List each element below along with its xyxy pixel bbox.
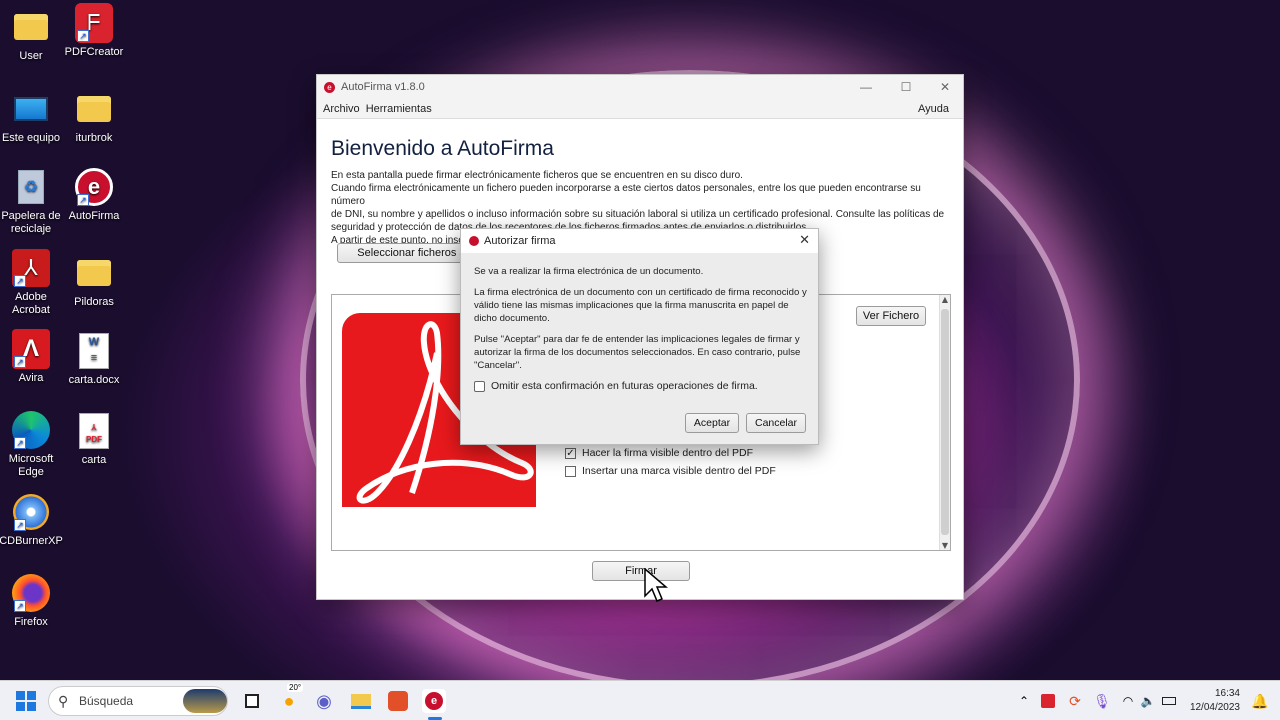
autofirma-logo-icon: e: [324, 81, 335, 93]
system-clock[interactable]: 16:34 12/04/2023: [1190, 687, 1240, 715]
desktop-icon-user[interactable]: User: [0, 8, 67, 63]
clock-date: 12/04/2023: [1189, 702, 1240, 713]
scroll-up-icon[interactable]: ▲: [940, 295, 950, 304]
window-titlebar[interactable]: e AutoFirma v1.8.0 — ☐ ✕: [317, 75, 963, 99]
autofirma-taskbar-icon[interactable]: e: [422, 689, 446, 713]
desktop-icon-cdburnerxp[interactable]: ↗ CDBurnerXP: [0, 493, 67, 548]
folder-icon: [75, 254, 113, 292]
microphone-icon[interactable]: 🎙: [1090, 689, 1114, 713]
desktop-icon-carta-docx[interactable]: W ≡ carta.docx: [58, 332, 130, 387]
folder-icon: [75, 90, 113, 128]
pdfcreator-taskbar-icon[interactable]: [386, 689, 410, 713]
clock-time: 16:34: [1214, 688, 1240, 699]
desktop-icon-recycle-bin[interactable]: ♻ Papelera de reciclaje: [0, 168, 67, 236]
desktop-icon-avira[interactable]: Ʌ ↗ Avira: [0, 329, 67, 385]
close-icon[interactable]: ✕: [930, 79, 960, 95]
firefox-icon: ↗: [12, 574, 50, 612]
vertical-scrollbar[interactable]: ▲ ▼: [939, 295, 950, 550]
avira-icon: Ʌ ↗: [12, 329, 50, 369]
menu-ayuda[interactable]: Ayuda: [918, 103, 949, 115]
desktop-icon-pdfcreator[interactable]: ᖴ ↗ PDFCreator: [58, 3, 130, 59]
desktop-icon-este-equipo[interactable]: Este equipo: [0, 90, 67, 145]
desktop-icon-edge[interactable]: ↗ Microsoft Edge: [0, 411, 67, 479]
monitor-icon: [12, 90, 50, 128]
pdf-file-icon: ⅄ PDF: [75, 412, 113, 450]
notification-bell-icon[interactable]: 🔔: [1248, 689, 1272, 713]
dialog-title: Autorizar firma: [484, 235, 556, 247]
dialog-message: Se va a realizar la firma electrónica de…: [474, 265, 812, 393]
desktop-icon-iturbrok[interactable]: iturbrok: [58, 90, 130, 145]
search-input[interactable]: ⚲ Búsqueda: [48, 686, 228, 716]
taskbar: ⚲ Búsqueda ● 20° ◉ e ⌃ ⟳ 🎙 ◠ 🔈 16:34 12/…: [0, 680, 1280, 720]
windows-start-icon[interactable]: [14, 689, 38, 713]
chevron-up-icon[interactable]: ⌃: [1012, 689, 1036, 713]
scroll-thumb[interactable]: [941, 309, 949, 535]
maximize-icon[interactable]: ☐: [891, 79, 921, 95]
user-folder-icon: [12, 8, 50, 46]
visible-signature-checkbox[interactable]: ✓ Hacer la firma visible dentro del PDF: [565, 447, 753, 459]
desktop-icon-adobe-acrobat[interactable]: ⅄ ↗ Adobe Acrobat: [0, 249, 67, 317]
view-file-button[interactable]: Ver Fichero: [856, 306, 926, 326]
dialog-titlebar[interactable]: Autorizar firma: [461, 229, 818, 253]
menu-bar: Archivo Herramientas Ayuda: [317, 99, 963, 119]
task-view-icon[interactable]: [240, 689, 264, 713]
accept-button[interactable]: Aceptar: [685, 413, 739, 433]
scroll-down-icon[interactable]: ▼: [940, 541, 950, 550]
teams-chat-icon[interactable]: ◉: [312, 689, 336, 713]
recycle-bin-icon: ♻: [12, 168, 50, 206]
adobe-acrobat-icon: ⅄ ↗: [12, 249, 50, 287]
sync-tray-icon[interactable]: ⟳: [1063, 689, 1087, 713]
file-explorer-icon[interactable]: [349, 689, 373, 713]
menu-herramientas[interactable]: Herramientas: [366, 103, 432, 115]
autofirma-icon: e ↗: [75, 168, 113, 206]
window-title: AutoFirma v1.8.0: [341, 81, 425, 93]
dialog-close-icon[interactable]: ✕: [799, 233, 810, 248]
acrobat-tray-icon[interactable]: [1036, 689, 1060, 713]
page-title: Bienvenido a AutoFirma: [331, 137, 554, 160]
desktop-icon-pildoras[interactable]: Pildoras: [58, 254, 130, 309]
search-highlight-icon: [183, 689, 227, 713]
minimize-icon[interactable]: —: [851, 79, 881, 95]
autofirma-logo-icon: [469, 236, 479, 246]
menu-archivo[interactable]: Archivo: [323, 103, 360, 115]
edge-icon: ↗: [12, 411, 50, 449]
desktop-icon-carta-pdf[interactable]: ⅄ PDF carta: [58, 412, 130, 467]
sign-button[interactable]: Firmar: [592, 561, 690, 581]
weather-widget[interactable]: ● 20°: [277, 683, 304, 713]
omit-confirmation-checkbox[interactable]: Omitir esta confirmación en futuras oper…: [474, 380, 812, 393]
pdfcreator-icon: ᖴ ↗: [75, 3, 113, 43]
desktop-icon-autofirma[interactable]: e ↗ AutoFirma: [58, 168, 130, 223]
word-document-icon: W ≡: [75, 332, 113, 370]
search-icon: ⚲: [58, 693, 69, 709]
cdburner-icon: ↗: [12, 493, 50, 531]
authorize-dialog: Autorizar firma ✕ Se va a realizar la fi…: [460, 228, 819, 445]
cancel-button[interactable]: Cancelar: [746, 413, 806, 433]
weather-sun-icon: ●: [283, 690, 295, 711]
checkmark-icon: ✓: [565, 447, 576, 459]
desktop-icon-firefox[interactable]: ↗ Firefox: [0, 574, 67, 629]
battery-icon[interactable]: [1157, 689, 1181, 713]
visible-mark-checkbox[interactable]: Insertar una marca visible dentro del PD…: [565, 465, 776, 477]
mouse-cursor-icon: [644, 568, 668, 602]
